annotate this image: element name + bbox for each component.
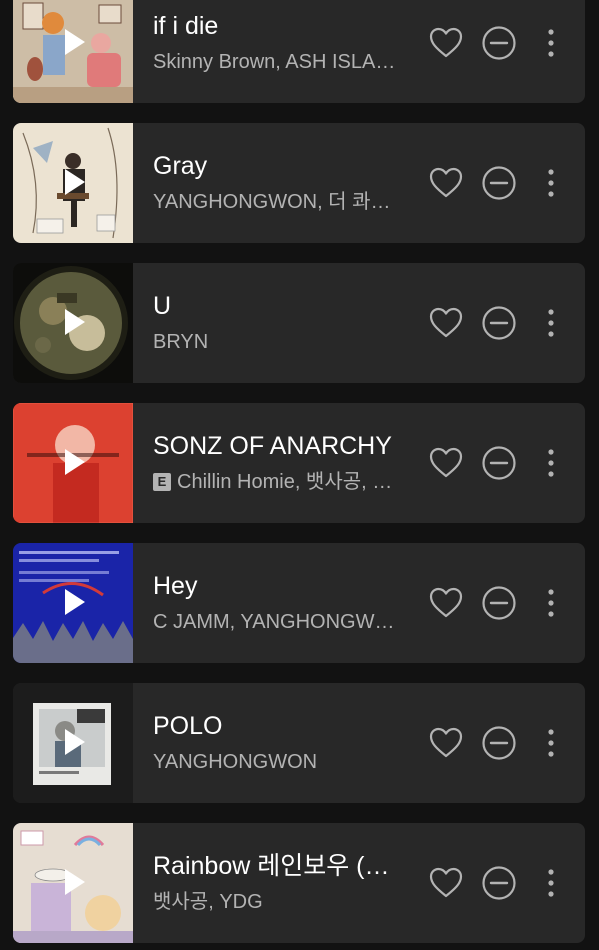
play-icon[interactable] — [63, 867, 87, 897]
album-art[interactable] — [13, 823, 133, 943]
hide-minus-circle-icon[interactable] — [481, 445, 517, 481]
track-list: if i die Skinny Brown, ASH ISLAND Gray Y… — [0, 0, 599, 950]
play-icon[interactable] — [63, 27, 87, 57]
track-artists: Chillin Homie, 뱃사공, YANGHONGWON — [177, 471, 403, 493]
track-artists: YANGHONGWON, 더 콰이엇 — [153, 191, 403, 213]
hide-minus-circle-icon[interactable] — [481, 25, 517, 61]
more-vertical-icon[interactable] — [541, 445, 561, 481]
track-card[interactable]: Rainbow 레인보우 (Feat. YDG) 뱃사공, YDG — [13, 823, 585, 943]
heart-icon[interactable] — [428, 865, 464, 901]
heart-icon[interactable] — [428, 25, 464, 61]
more-vertical-icon[interactable] — [541, 25, 561, 61]
album-art[interactable] — [13, 0, 133, 103]
track-artists: 뱃사공, YDG — [153, 891, 263, 913]
heart-icon[interactable] — [428, 725, 464, 761]
hide-minus-circle-icon[interactable] — [481, 305, 517, 341]
track-artists: YANGHONGWON — [153, 751, 318, 773]
play-icon[interactable] — [63, 447, 87, 477]
more-vertical-icon[interactable] — [541, 865, 561, 901]
hide-minus-circle-icon[interactable] — [481, 865, 517, 901]
heart-icon[interactable] — [428, 585, 464, 621]
more-vertical-icon[interactable] — [541, 585, 561, 621]
track-card[interactable]: SONZ OF ANARCHY E Chillin Homie, 뱃사공, YAN… — [13, 403, 585, 523]
track-card[interactable]: POLO YANGHONGWON — [13, 683, 585, 803]
heart-icon[interactable] — [428, 445, 464, 481]
play-icon[interactable] — [63, 727, 87, 757]
track-title[interactable]: Rainbow 레인보우 (Feat. YDG) — [153, 850, 403, 882]
track-title[interactable]: if i die — [153, 10, 403, 42]
play-icon[interactable] — [63, 307, 87, 337]
track-card[interactable]: if i die Skinny Brown, ASH ISLAND — [13, 0, 585, 103]
track-artists: BRYN — [153, 331, 209, 353]
track-title[interactable]: U — [153, 290, 403, 322]
album-art[interactable] — [13, 403, 133, 523]
track-title[interactable]: Hey — [153, 570, 403, 602]
heart-icon[interactable] — [428, 165, 464, 201]
track-card[interactable]: Gray YANGHONGWON, 더 콰이엇 — [13, 123, 585, 243]
hide-minus-circle-icon[interactable] — [481, 725, 517, 761]
play-icon[interactable] — [63, 587, 87, 617]
track-card[interactable]: Hey C JAMM, YANGHONGWON — [13, 543, 585, 663]
album-art[interactable] — [13, 123, 133, 243]
track-artists: C JAMM, YANGHONGWON — [153, 611, 403, 633]
track-title[interactable]: Gray — [153, 150, 403, 182]
more-vertical-icon[interactable] — [541, 165, 561, 201]
track-artists: Skinny Brown, ASH ISLAND — [153, 51, 403, 73]
album-art[interactable] — [13, 683, 133, 803]
hide-minus-circle-icon[interactable] — [481, 585, 517, 621]
album-art[interactable] — [13, 543, 133, 663]
heart-icon[interactable] — [428, 305, 464, 341]
track-title[interactable]: SONZ OF ANARCHY — [153, 430, 403, 462]
play-icon[interactable] — [63, 167, 87, 197]
more-vertical-icon[interactable] — [541, 725, 561, 761]
more-vertical-icon[interactable] — [541, 305, 561, 341]
album-art[interactable] — [13, 263, 133, 383]
explicit-badge: E — [153, 473, 171, 491]
track-card[interactable]: U BRYN — [13, 263, 585, 383]
track-title[interactable]: POLO — [153, 710, 403, 742]
hide-minus-circle-icon[interactable] — [481, 165, 517, 201]
track-artists-row: E Chillin Homie, 뱃사공, YANGHONGWON — [153, 469, 403, 495]
